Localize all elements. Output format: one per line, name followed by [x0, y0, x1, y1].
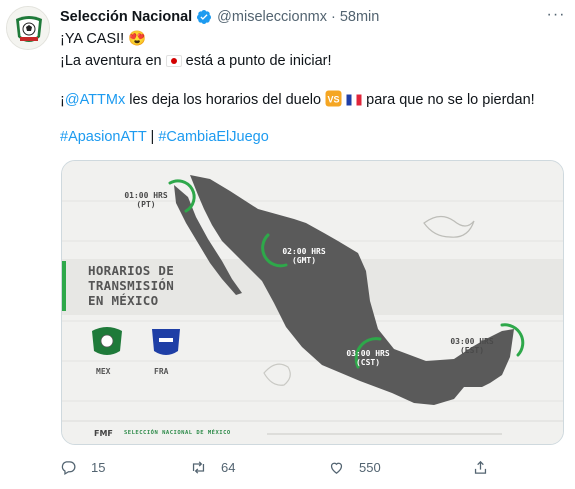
fra-crest-icon [152, 329, 180, 355]
hashtag-link[interactable]: #CambiaElJuego [158, 129, 268, 145]
timestamp[interactable]: 58min [340, 9, 380, 25]
author-name[interactable]: Selección Nacional [60, 9, 192, 25]
reply-icon [61, 460, 76, 475]
more-options-button[interactable]: ··· [545, 6, 567, 24]
heart-icon [330, 462, 343, 474]
seleccion-logo-icon [7, 7, 49, 49]
japan-flag-icon [165, 55, 182, 67]
text-segment: para que no se lo pierdan! [366, 92, 535, 108]
retweet-count: 64 [221, 459, 236, 475]
svg-text:VS: VS [328, 95, 340, 105]
time-label-est: 03:00 HRS (EST) [450, 337, 494, 355]
tweet-hashtags: #ApasionATT | #CambiaElJuego [60, 128, 269, 146]
mex-crest-icon [92, 327, 122, 355]
tweet-actions: 15 64 550 [60, 456, 500, 478]
hashtag-separator: | [150, 129, 155, 145]
tweet-image[interactable]: 01:00 HRS (PT) 02:00 HRS (GMT) 03:00 HRS (C… [61, 160, 564, 445]
author-handle[interactable]: @miseleccionmx [217, 9, 327, 25]
time-label-cst: 03:00 HRS (CST) [346, 349, 390, 367]
like-button[interactable]: 550 [328, 456, 381, 478]
retweet-button[interactable]: 64 [190, 456, 235, 478]
reply-count: 15 [91, 459, 106, 475]
vs-button-icon: VS [325, 90, 342, 107]
tweet-text-line-2: ¡La aventura en está a punto de iniciar! [60, 52, 332, 70]
france-flag-icon [346, 94, 362, 106]
hashtag-link[interactable]: #ApasionATT [60, 129, 147, 145]
separator-dot: · [330, 9, 336, 25]
tweet-header: Selección Nacional @miseleccionmx · 58mi… [60, 8, 379, 26]
broadcast-schedule-title: HORARIOS DE TRANSMISIÓN EN MÉXICO [88, 263, 175, 308]
share-button[interactable] [472, 456, 489, 478]
team-home-label: MEX [96, 367, 111, 376]
verified-badge-icon [197, 10, 212, 24]
fmf-logo: FMF [94, 429, 113, 438]
like-count: 550 [359, 459, 381, 475]
time-label-pt: 01:00 HRS (PT) [124, 191, 168, 209]
time-label-gmt: 02:00 HRS (GMT) [282, 247, 326, 265]
federation-name: SELECCIÓN NACIONAL DE MÉXICO [124, 430, 231, 436]
share-icon [474, 460, 487, 474]
team-away-label: FRA [154, 367, 169, 376]
tweet-text-line-1: ¡YA CASI! 😍 [60, 31, 147, 47]
more-icon: ··· [546, 6, 566, 23]
text-segment: está a punto de iniciar! [185, 53, 332, 69]
tweet-text-line-3: ¡@ATTMx les deja los horarios del duelo … [60, 90, 535, 109]
tweet[interactable]: Selección Nacional @miseleccionmx · 58mi… [0, 0, 575, 489]
avatar[interactable] [6, 6, 50, 50]
reply-button[interactable]: 15 [60, 456, 105, 478]
text-segment: les deja los horarios del duelo [129, 92, 322, 108]
mention-link[interactable]: @ATTMx [65, 92, 125, 108]
text-segment: ¡La aventura en [60, 53, 162, 69]
retweet-icon [192, 460, 205, 474]
